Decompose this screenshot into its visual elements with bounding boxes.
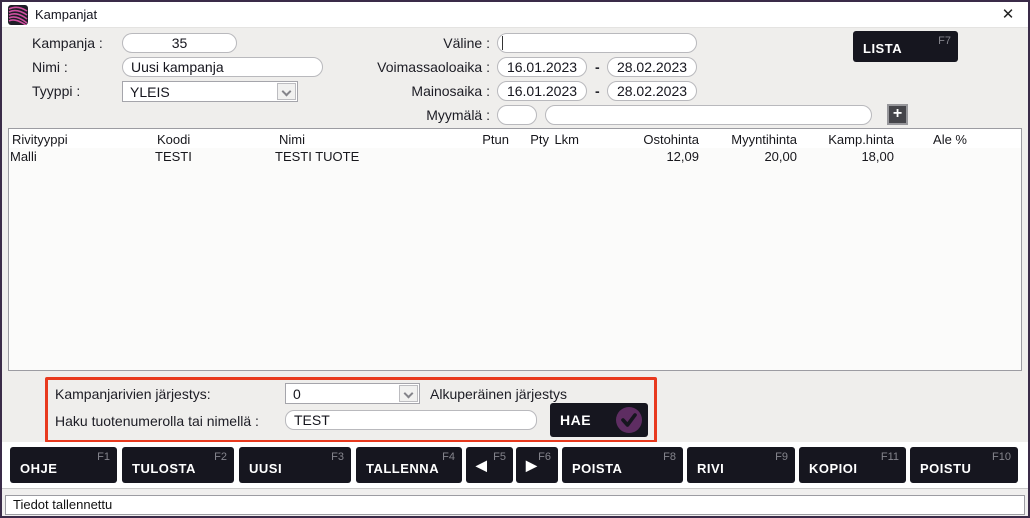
tallenna-button-label: TALLENNA: [366, 461, 439, 476]
table-row[interactable]: Malli TESTI TESTI TUOTE 12,09 20,00 18,0…: [9, 148, 1021, 165]
kopioi-button[interactable]: KOPIOI F11: [799, 447, 906, 483]
chevron-down-icon[interactable]: [399, 385, 418, 402]
arrow-left-icon: ◀: [476, 457, 487, 474]
ohje-fkey-label: F1: [97, 451, 110, 463]
tulosta-fkey-label: F2: [214, 451, 227, 463]
uusi-button-label: UUSI: [249, 461, 282, 476]
status-bar: Tiedot tallennettu: [2, 488, 1028, 516]
poista-fkey-label: F8: [663, 451, 676, 463]
lista-fkey-label: F7: [938, 35, 951, 47]
rivi-button[interactable]: RIVI F9: [687, 447, 795, 483]
mainos-from-field[interactable]: [497, 81, 587, 101]
kampanja-label: Kampanja :: [32, 33, 103, 53]
myymala-label: Myymälä :: [342, 105, 490, 125]
function-key-toolbar: OHJE F1 TULOSTA F2 UUSI F3 TALLENNA F4 ◀…: [2, 442, 1028, 488]
valine-label: Väline :: [342, 33, 490, 53]
col-header-lkm: Lkm: [544, 132, 579, 147]
text-cursor: [502, 36, 503, 50]
cell-ale: [899, 149, 967, 164]
tallenna-button[interactable]: TALLENNA F4: [356, 447, 462, 483]
previous-fkey-label: F5: [493, 451, 506, 463]
col-header-myyntihinta: Myyntihinta: [697, 132, 797, 147]
cell-rivityyppi: Malli: [10, 149, 37, 164]
kopioi-fkey-label: F11: [881, 451, 899, 463]
next-fkey-label: F6: [538, 451, 551, 463]
tallenna-fkey-label: F4: [442, 451, 455, 463]
campaign-type-value: YLEIS: [130, 83, 170, 101]
app-window: Kampanjat ✕ Kampanja : Nimi : Tyyppi : Y…: [0, 0, 1030, 518]
tulosta-button[interactable]: TULOSTA F2: [122, 447, 234, 483]
store-code-field[interactable]: [497, 105, 537, 125]
close-icon[interactable]: ✕: [998, 5, 1018, 25]
search-label: Haku tuotenumerolla tai nimellä :: [55, 411, 259, 431]
order-select-value: 0: [293, 385, 301, 403]
col-header-rivityyppi: Rivityyppi: [12, 132, 68, 147]
chevron-down-icon[interactable]: [277, 83, 296, 100]
store-name-field[interactable]: [545, 105, 872, 125]
tulosta-button-label: TULOSTA: [132, 461, 196, 476]
poistu-button-label: POISTU: [920, 461, 971, 476]
col-header-nimi: Nimi: [279, 132, 305, 147]
voimassa-to-field[interactable]: [607, 57, 697, 77]
uusi-button[interactable]: UUSI F3: [239, 447, 351, 483]
hae-button-label: HAE: [560, 412, 591, 428]
mainos-to-field[interactable]: [607, 81, 697, 101]
uusi-fkey-label: F3: [331, 451, 344, 463]
status-message: Tiedot tallennettu: [5, 495, 1025, 515]
previous-record-button[interactable]: ◀ F5: [466, 447, 513, 483]
rivi-button-label: RIVI: [697, 461, 724, 476]
table-header-row: Rivityyppi Koodi Nimi Ptun Pty Lkm Ostoh…: [9, 129, 1021, 148]
campaign-type-select[interactable]: YLEIS: [122, 81, 298, 102]
poista-button[interactable]: POISTA F8: [562, 447, 683, 483]
checkmark-icon: [615, 406, 643, 434]
search-order-section: Kampanjarivien järjestys: 0 Alkuperäinen…: [2, 372, 1028, 442]
poista-button-label: POISTA: [572, 461, 622, 476]
date-range-separator: -: [595, 59, 600, 75]
col-header-ostohinta: Ostohinta: [599, 132, 699, 147]
product-search-input[interactable]: [285, 410, 537, 430]
window-title: Kampanjat: [35, 7, 97, 22]
poistu-fkey-label: F10: [992, 451, 1011, 463]
tyyppi-label: Tyyppi :: [32, 81, 80, 101]
voimassaoloaika-label: Voimassaoloaika :: [342, 57, 490, 77]
valine-field[interactable]: [497, 33, 697, 53]
cell-lkm: [544, 149, 579, 164]
next-record-button[interactable]: ▶ F6: [516, 447, 558, 483]
order-description: Alkuperäinen järjestys: [430, 384, 567, 404]
campaign-rows-table: Rivityyppi Koodi Nimi Ptun Pty Lkm Ostoh…: [8, 128, 1022, 371]
cell-nimi: TESTI TUOTE: [275, 149, 359, 164]
cell-kamphinta: 18,00: [794, 149, 894, 164]
order-select[interactable]: 0: [285, 383, 420, 404]
title-bar[interactable]: Kampanjat ✕: [2, 2, 1028, 28]
col-header-koodi: Koodi: [157, 132, 190, 147]
arrow-right-icon: ▶: [526, 457, 537, 474]
col-header-kamphinta: Kamp.hinta: [794, 132, 894, 147]
col-header-ale: Ale %: [899, 132, 967, 147]
cell-ostohinta: 12,09: [599, 149, 699, 164]
app-logo-icon: [8, 5, 28, 25]
ohje-button-label: OHJE: [20, 461, 57, 476]
mainosaika-label: Mainosaika :: [342, 81, 490, 101]
kopioi-button-label: KOPIOI: [809, 461, 858, 476]
highlight-rectangle: Kampanjarivien järjestys: 0 Alkuperäinen…: [45, 377, 657, 443]
nimi-label: Nimi :: [32, 57, 68, 77]
campaign-rows-area: Rivityyppi Koodi Nimi Ptun Pty Lkm Ostoh…: [2, 128, 1028, 372]
add-store-button[interactable]: +: [887, 104, 908, 125]
hae-button[interactable]: HAE: [550, 403, 648, 437]
poistu-button[interactable]: POISTU F10: [910, 447, 1018, 483]
lista-button-label: LISTA: [863, 41, 902, 56]
ohje-button[interactable]: OHJE F1: [10, 447, 117, 483]
lista-button[interactable]: LISTA F7: [853, 31, 958, 62]
cell-ptun: [449, 149, 509, 164]
rivi-fkey-label: F9: [775, 451, 788, 463]
kampanja-number-field[interactable]: [122, 33, 237, 53]
campaign-form: Kampanja : Nimi : Tyyppi : YLEIS Väline …: [2, 28, 1028, 128]
col-header-ptun: Ptun: [449, 132, 509, 147]
date-range-separator: -: [595, 83, 600, 99]
campaign-name-field[interactable]: [122, 57, 323, 77]
cell-myyntihinta: 20,00: [697, 149, 797, 164]
voimassa-from-field[interactable]: [497, 57, 587, 77]
cell-koodi: TESTI: [155, 149, 192, 164]
order-label: Kampanjarivien järjestys:: [55, 384, 211, 404]
